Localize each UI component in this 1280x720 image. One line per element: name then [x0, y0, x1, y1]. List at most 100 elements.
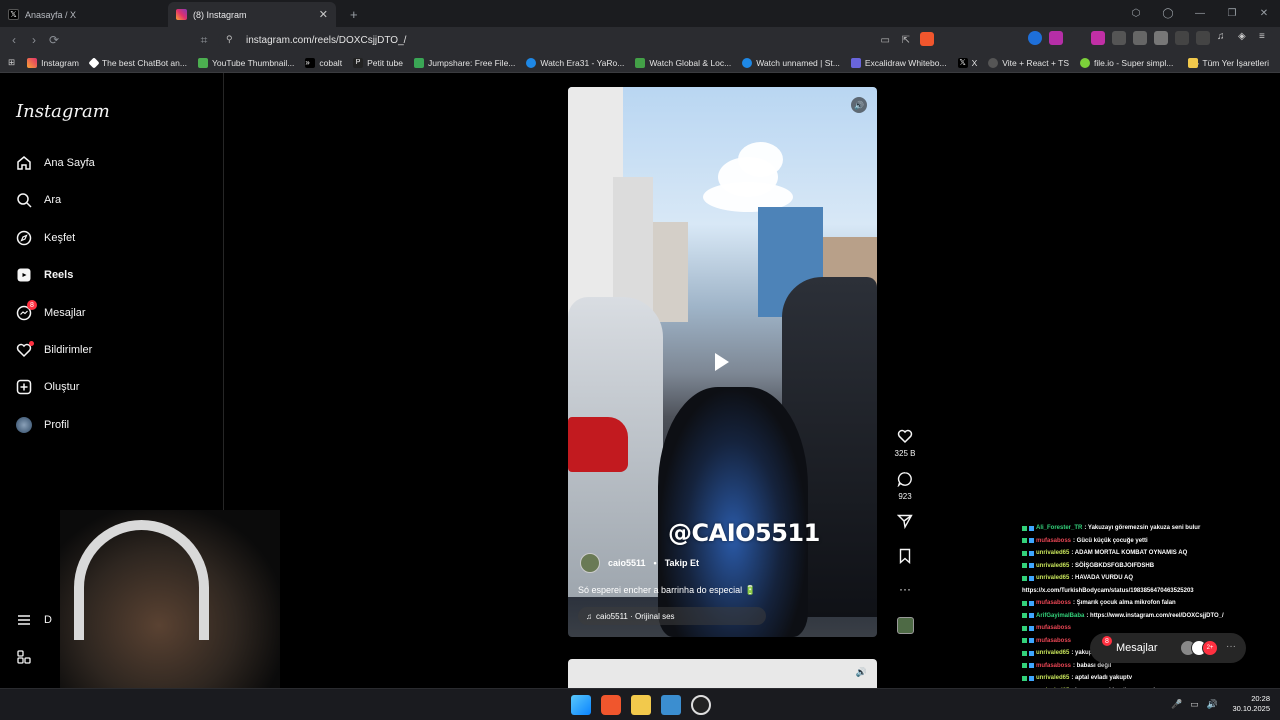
- windows-start-icon[interactable]: [571, 695, 591, 715]
- obs-icon[interactable]: [691, 695, 711, 715]
- bookmark-item[interactable]: » cobalt: [305, 57, 342, 68]
- reel-caption[interactable]: Só esperei encher a barrinha do especial…: [578, 585, 756, 596]
- new-tab-button[interactable]: +: [350, 7, 358, 22]
- avatar[interactable]: [580, 553, 600, 573]
- back-icon[interactable]: ‹: [4, 33, 24, 47]
- extension-icon[interactable]: [1049, 31, 1063, 45]
- bookmark-item[interactable]: The best ChatBot an...: [88, 56, 187, 69]
- chatbot-icon: [88, 56, 100, 69]
- badge-icon: [1022, 675, 1027, 681]
- system-clock[interactable]: 20:28 30.10.2025: [1232, 694, 1270, 714]
- vpn-icon[interactable]: ◈: [1238, 31, 1252, 45]
- extensions-icon[interactable]: ⬡: [1120, 0, 1152, 27]
- instagram-icon: [27, 57, 38, 68]
- bookmark-item[interactable]: file.io - Super simpl...: [1080, 57, 1173, 68]
- bookmarks-bar: ⊞ Instagram The best ChatBot an... YouTu…: [0, 53, 1280, 73]
- bookmark-label: YouTube Thumbnail...: [211, 57, 295, 68]
- sidebar-item-reels[interactable]: Reels: [16, 267, 73, 283]
- extension-icon[interactable]: [1070, 31, 1084, 45]
- badge-icon: [1022, 638, 1027, 644]
- profile-icon[interactable]: ◯: [1152, 0, 1184, 27]
- file-explorer-icon[interactable]: [631, 695, 651, 715]
- audio-thumbnail[interactable]: [897, 617, 914, 634]
- reel-video[interactable]: 🔊 @CAIO5511 caio5511 • Takip Et Só esper…: [568, 87, 877, 637]
- follow-button[interactable]: Takip Et: [665, 558, 699, 568]
- bookmark-item[interactable]: Watch unnamed | St...: [742, 57, 840, 68]
- close-tab-icon[interactable]: ✕: [319, 8, 328, 21]
- extension-icon[interactable]: [1028, 31, 1042, 45]
- bookmark-item[interactable]: Excalidraw Whitebo...: [850, 57, 947, 68]
- bookmark-item[interactable]: Jumpshare: Free File...: [413, 57, 516, 68]
- bookmark-icon[interactable]: ⌗: [194, 33, 214, 48]
- comment-button[interactable]: 923: [892, 471, 918, 501]
- url-field[interactable]: ⚲ instagram.com/reels/DOXCsjjDTO_/ ▭ ⇱: [218, 30, 940, 50]
- microphone-icon[interactable]: 🎤: [1171, 699, 1182, 710]
- more-icon[interactable]: ···: [1226, 641, 1236, 652]
- music-icon[interactable]: ♫: [1217, 31, 1231, 45]
- network-icon[interactable]: ▭: [1190, 699, 1199, 710]
- sidebar-toggle-icon[interactable]: [1196, 31, 1210, 45]
- more-options-button[interactable]: ···: [892, 582, 918, 597]
- chat-message: unrivaled65: HAVADA VURDU AQ: [1022, 572, 1280, 585]
- bookmark-item[interactable]: Watch Era31 - YaRo...: [526, 57, 624, 68]
- sidebar-item-more[interactable]: D: [16, 612, 52, 628]
- sidebar-item-notifications[interactable]: Bildirimler: [16, 341, 92, 358]
- all-bookmarks-folder[interactable]: Tüm Yer İşaretleri: [1188, 57, 1269, 68]
- menu-icon[interactable]: ≡: [1259, 31, 1273, 45]
- sidebar-item-search[interactable]: Ara: [16, 192, 61, 208]
- sidebar-item-home[interactable]: Ana Sayfa: [16, 155, 95, 171]
- tab-x[interactable]: 𝕏 Anasayfa / X: [0, 2, 168, 27]
- bookmark-item[interactable]: Instagram: [27, 57, 79, 68]
- site-info-icon[interactable]: ⚲: [226, 34, 233, 45]
- like-button[interactable]: 325 B: [892, 428, 918, 458]
- sidebar-item-create[interactable]: Oluştur: [16, 379, 79, 395]
- sidebar-item-label: Ara: [44, 194, 62, 206]
- next-reel-preview[interactable]: 🔊: [568, 659, 877, 689]
- brave-browser-icon[interactable]: [601, 695, 621, 715]
- clock-time: 20:28: [1251, 694, 1270, 703]
- bookmark-item[interactable]: 𝕏X: [957, 57, 977, 68]
- brave-shield-icon[interactable]: [920, 32, 934, 46]
- play-icon[interactable]: [715, 353, 729, 371]
- minimize-button[interactable]: —: [1184, 0, 1216, 27]
- extension-icon[interactable]: [1154, 31, 1168, 45]
- puzzle-icon[interactable]: [1175, 31, 1189, 45]
- photos-icon[interactable]: [661, 695, 681, 715]
- chat-username: Ali_Forester_TR: [1036, 525, 1083, 532]
- bookmark-label: Jumpshare: Free File...: [427, 57, 516, 68]
- extension-icon[interactable]: [1112, 31, 1126, 45]
- sidebar-item-messages[interactable]: 8 Mesajlar: [16, 300, 86, 321]
- author-name[interactable]: caio5511: [608, 558, 646, 568]
- comment-count: 923: [898, 492, 912, 501]
- save-button[interactable]: [892, 548, 918, 567]
- speaker-icon[interactable]: 🔊: [856, 667, 867, 678]
- audio-pill[interactable]: ♫ caio5511 · Orijinal ses: [578, 607, 766, 625]
- bookmark-item[interactable]: YouTube Thumbnail...: [197, 57, 295, 68]
- reload-icon[interactable]: ⟳: [44, 33, 64, 47]
- volume-icon[interactable]: 🔊: [1207, 699, 1218, 710]
- jumpshare-icon: [413, 57, 424, 68]
- bookmark-item[interactable]: Watch Global & Loc...: [635, 57, 732, 68]
- bookmark-item[interactable]: Vite + React + TS: [988, 57, 1069, 68]
- watch-icon: [742, 57, 753, 68]
- heart-icon: [16, 341, 34, 358]
- bookmark-item[interactable]: P Petit tube: [353, 57, 403, 68]
- share-icon[interactable]: ⇱: [902, 35, 910, 46]
- apps-grid-icon[interactable]: ⊞: [8, 57, 15, 68]
- extension-icon[interactable]: [1133, 31, 1147, 45]
- speaker-icon[interactable]: 🔊: [851, 97, 867, 113]
- sidebar-item-profile[interactable]: Profil: [16, 417, 69, 433]
- share-button[interactable]: [892, 513, 918, 532]
- sidebar-item-explore[interactable]: Keşfet: [16, 230, 75, 246]
- meta-apps-icon: [16, 649, 32, 665]
- cast-icon[interactable]: ▭: [881, 35, 890, 46]
- sidebar-item-also-from-meta[interactable]: [16, 649, 32, 665]
- messages-pill[interactable]: 8 Mesajlar 2+ ···: [1090, 633, 1246, 663]
- maximize-button[interactable]: ❐: [1216, 0, 1248, 27]
- bookmark-label: Watch Global & Loc...: [649, 57, 732, 68]
- close-window-button[interactable]: ✕: [1248, 0, 1280, 27]
- forward-icon[interactable]: ›: [24, 33, 44, 47]
- extension-icon[interactable]: [1091, 31, 1105, 45]
- instagram-logo[interactable]: Instagram: [16, 101, 110, 122]
- tab-instagram[interactable]: (8) Instagram ✕: [168, 2, 336, 27]
